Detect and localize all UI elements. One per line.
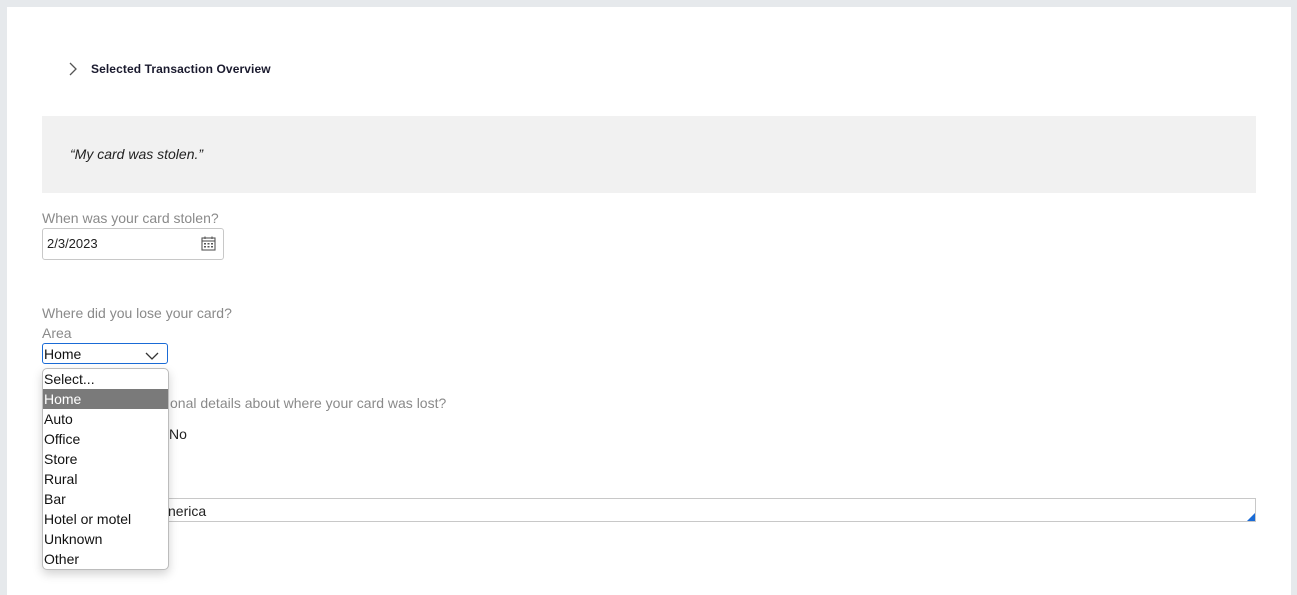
area-select-value: Home [44, 346, 82, 362]
form-panel: Selected Transaction Overview “My card w… [7, 7, 1291, 595]
calendar-icon[interactable] [201, 236, 216, 251]
dropdown-option[interactable]: Auto [43, 409, 168, 429]
customer-quote: “My card was stolen.” [70, 146, 204, 162]
dropdown-option[interactable]: Other [43, 549, 168, 569]
stolen-date-label: When was your card stolen? [42, 210, 219, 226]
stolen-date-value: 2/3/2023 [47, 236, 98, 251]
loss-location-question: Where did you lose your card? [42, 305, 232, 321]
chevron-down-icon [145, 348, 159, 360]
area-select[interactable]: Home [42, 343, 168, 364]
dropdown-option[interactable]: Hotel or motel [43, 509, 168, 529]
resize-handle-icon[interactable] [1247, 513, 1255, 521]
location-details-field[interactable]: nerica [42, 498, 1256, 522]
overview-title: Selected Transaction Overview [91, 62, 271, 76]
dropdown-option[interactable]: Select... [43, 369, 168, 389]
area-label: Area [42, 325, 72, 341]
dropdown-option[interactable]: Unknown [43, 529, 168, 549]
dropdown-option[interactable]: Store [43, 449, 168, 469]
location-details-value: nerica [168, 503, 207, 519]
stolen-date-input[interactable]: 2/3/2023 [42, 228, 224, 260]
dropdown-option[interactable]: Rural [43, 469, 168, 489]
radio-no-label[interactable]: No [169, 426, 187, 442]
area-dropdown-list: Select... Home Auto Office Store Rural B… [42, 368, 169, 570]
customer-quote-box: “My card was stolen.” [42, 116, 1256, 193]
chevron-right-icon[interactable] [65, 59, 81, 79]
dropdown-option[interactable]: Office [43, 429, 168, 449]
additional-details-question: onal details about where your card was l… [170, 395, 447, 411]
dropdown-option[interactable]: Bar [43, 489, 168, 509]
dropdown-option-selected[interactable]: Home [43, 389, 168, 409]
transaction-overview-header[interactable]: Selected Transaction Overview [65, 57, 271, 81]
